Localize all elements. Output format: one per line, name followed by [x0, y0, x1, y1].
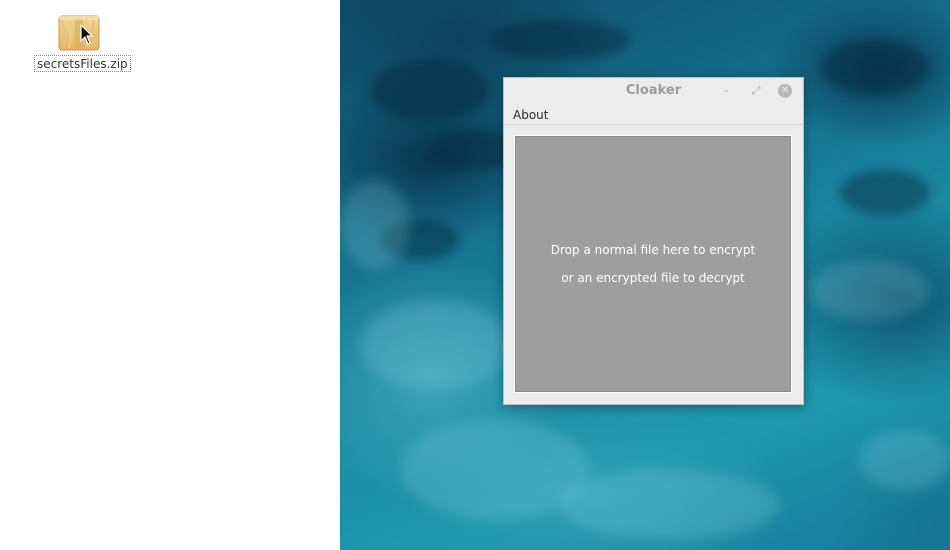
file-item-secretsfiles-zip[interactable]: secretsFiles.zip: [34, 13, 131, 72]
maximize-button[interactable]: ⤢: [748, 83, 764, 99]
screen: secretsFiles.zip Cloaker – ⤢ ✕ About Dro…: [0, 0, 950, 550]
mouse-pointer-icon: [80, 24, 94, 46]
window-titlebar[interactable]: Cloaker – ⤢ ✕: [504, 78, 803, 104]
file-manager-pane: secretsFiles.zip: [0, 0, 340, 550]
menubar: About: [504, 104, 803, 125]
drop-instruction-encrypt: Drop a normal file here to encrypt: [550, 243, 756, 257]
file-name-label: secretsFiles.zip: [34, 55, 131, 72]
menu-item-about[interactable]: About: [513, 108, 548, 122]
drop-instruction-decrypt: or an encrypted file to decrypt: [561, 271, 745, 285]
cloaker-window: Cloaker – ⤢ ✕ About Drop a normal file h…: [503, 77, 804, 405]
file-drop-zone[interactable]: Drop a normal file here to encrypt or an…: [514, 135, 792, 393]
minimize-button[interactable]: –: [718, 83, 734, 99]
close-button[interactable]: ✕: [778, 84, 792, 98]
